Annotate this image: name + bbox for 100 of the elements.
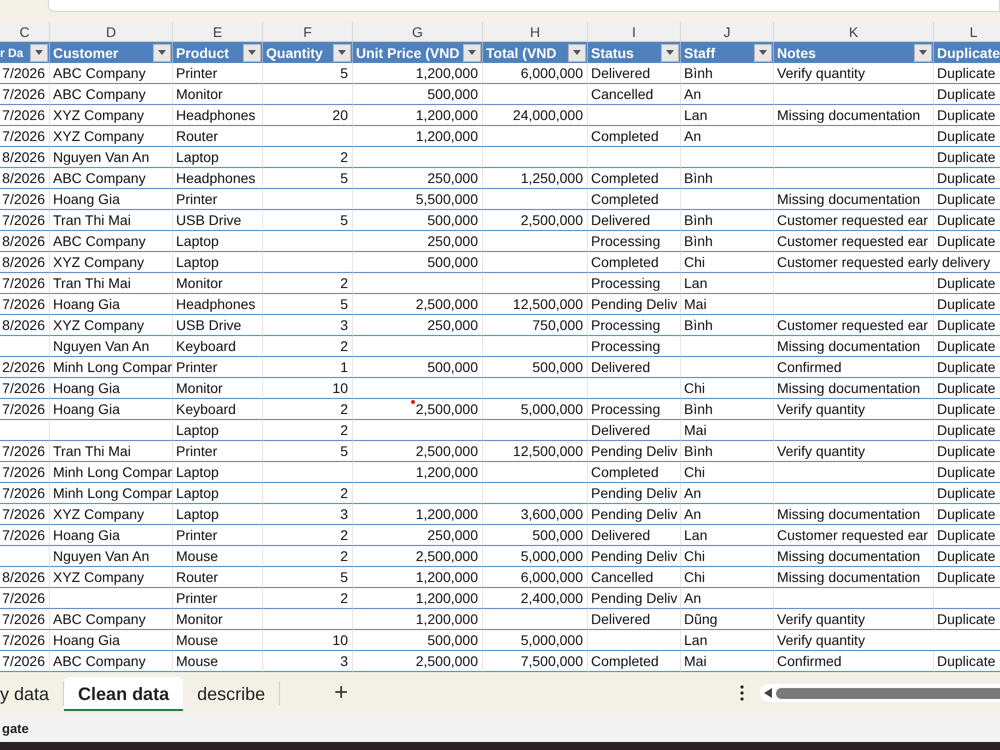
filter-button[interactable] — [661, 44, 679, 62]
table-cell: Mai — [681, 294, 774, 315]
table-cell: Verify quantity — [774, 399, 934, 420]
table-cell: 250,000 — [353, 231, 483, 252]
sheet-tab[interactable]: y data — [0, 677, 64, 711]
table-cell: 5 — [263, 63, 353, 84]
table-cell: 5,000,000 — [483, 399, 588, 420]
table-cell: 10 — [263, 630, 353, 651]
table-cell: Confirmed — [774, 357, 934, 378]
table-cell: 500,000 — [483, 357, 588, 378]
filter-button[interactable] — [30, 44, 48, 62]
table-cell: Chi — [681, 378, 774, 399]
table-cell: 3,600,000 — [483, 504, 588, 525]
column-letter[interactable]: C — [0, 22, 50, 42]
table-cell: XYZ Company — [50, 504, 173, 525]
table-cell: Hoang Gia — [50, 399, 173, 420]
table-cell: Missing documentation — [774, 378, 934, 399]
table-cell: USB Drive — [173, 210, 263, 231]
table-cell: Delivered — [588, 63, 681, 84]
table-cell: Mai — [681, 420, 774, 441]
table-cell: ABC Company — [50, 84, 173, 105]
column-letter[interactable]: K — [774, 22, 934, 42]
column-letter[interactable]: J — [681, 22, 774, 42]
table-cell: Bình — [681, 441, 774, 462]
table-cell: Customer requested ear — [774, 525, 934, 546]
filter-button[interactable] — [914, 44, 932, 62]
table-cell: Headphones — [173, 294, 263, 315]
table-cell: Cancelled — [588, 84, 681, 105]
sheet-tab[interactable]: Clean data — [64, 677, 184, 711]
table-cell: 3 — [263, 315, 353, 336]
table-cell: Pending Deliv — [588, 546, 681, 567]
table-cell: Delivered — [588, 357, 681, 378]
table-cell — [0, 336, 50, 357]
table-cell: XYZ Company — [50, 126, 173, 147]
horizontal-scrollbar[interactable] — [760, 684, 1000, 702]
table-cell: Lan — [681, 525, 774, 546]
table-cell: 500,000 — [483, 525, 588, 546]
header-cell: Product — [173, 42, 263, 63]
table-cell: Keyboard — [173, 399, 263, 420]
table-cell: Mouse — [173, 630, 263, 651]
table-cell: USB Drive — [173, 315, 263, 336]
table-cell: Processing — [588, 315, 681, 336]
dropdown-arrow-icon — [468, 50, 476, 55]
table-cell: 12,500,000 — [483, 441, 588, 462]
table-cell: Nguyen Van An — [50, 336, 173, 357]
header-cell: Status — [588, 42, 681, 63]
table-cell: 500,000 — [353, 357, 483, 378]
header-cell: Total (VND — [483, 42, 588, 63]
table-cell: Tran Thi Mai — [50, 210, 173, 231]
table-cell: Mouse — [173, 546, 263, 567]
table-cell: Bình — [681, 63, 774, 84]
table-cell: 7/2026 — [0, 63, 50, 84]
filter-button[interactable] — [153, 44, 171, 62]
column-letter[interactable]: H — [483, 22, 588, 42]
table-cell: Bình — [681, 210, 774, 231]
table-cell: Completed — [588, 252, 681, 273]
column-letter[interactable]: D — [50, 22, 173, 42]
table-cell: Duplicate — [934, 378, 1000, 399]
table-cell: Printer — [173, 441, 263, 462]
table-cell: Duplicate — [934, 567, 1000, 588]
table-cell: 1,200,000 — [353, 105, 483, 126]
table-cell: 7/2026 — [0, 378, 50, 399]
table-cell: 8/2026 — [0, 231, 50, 252]
add-sheet-button[interactable]: + — [328, 678, 354, 708]
header-cell: Notes — [774, 42, 934, 63]
table-cell: 7/2026 — [0, 399, 50, 420]
table-cell: 24,000,000 — [483, 105, 588, 126]
table-cell: Laptop — [173, 420, 263, 441]
column-letter[interactable]: I — [588, 22, 681, 42]
table-cell: 10 — [263, 378, 353, 399]
table-cell: An — [681, 84, 774, 105]
header-cell: Quantity — [263, 42, 353, 63]
table-cell: Printer — [173, 588, 263, 609]
header-cell: Staff — [681, 42, 774, 63]
table-cell: Router — [173, 126, 263, 147]
filter-button[interactable] — [568, 44, 586, 62]
table-cell: Laptop — [173, 231, 263, 252]
column-letter[interactable]: L — [934, 22, 1000, 42]
table-cell: 2 — [263, 525, 353, 546]
filter-button[interactable] — [754, 44, 772, 62]
sheet-tab[interactable]: describe — [183, 677, 280, 711]
filter-button[interactable] — [333, 44, 351, 62]
filter-button[interactable] — [463, 44, 481, 62]
scroll-left-icon[interactable] — [764, 688, 772, 698]
table-cell: 1,200,000 — [353, 588, 483, 609]
dropdown-arrow-icon — [338, 50, 346, 55]
table-cell: Printer — [173, 525, 263, 546]
table-cell: Duplicate — [934, 294, 1000, 315]
table-cell: Missing documentation — [774, 546, 934, 567]
column-letter[interactable]: E — [173, 22, 263, 42]
table-cell: 500,000 — [353, 630, 483, 651]
column-letter[interactable]: G — [353, 22, 483, 42]
table-cell: Duplicate — [934, 399, 1000, 420]
table-cell: 8/2026 — [0, 567, 50, 588]
filter-button[interactable] — [243, 44, 261, 62]
column-letter[interactable]: F — [263, 22, 353, 42]
table-cell: 250,000 — [353, 168, 483, 189]
table-cell: Printer — [173, 63, 263, 84]
table-cell: Nguyen Van An — [50, 546, 173, 567]
table-cell: Printer — [173, 189, 263, 210]
